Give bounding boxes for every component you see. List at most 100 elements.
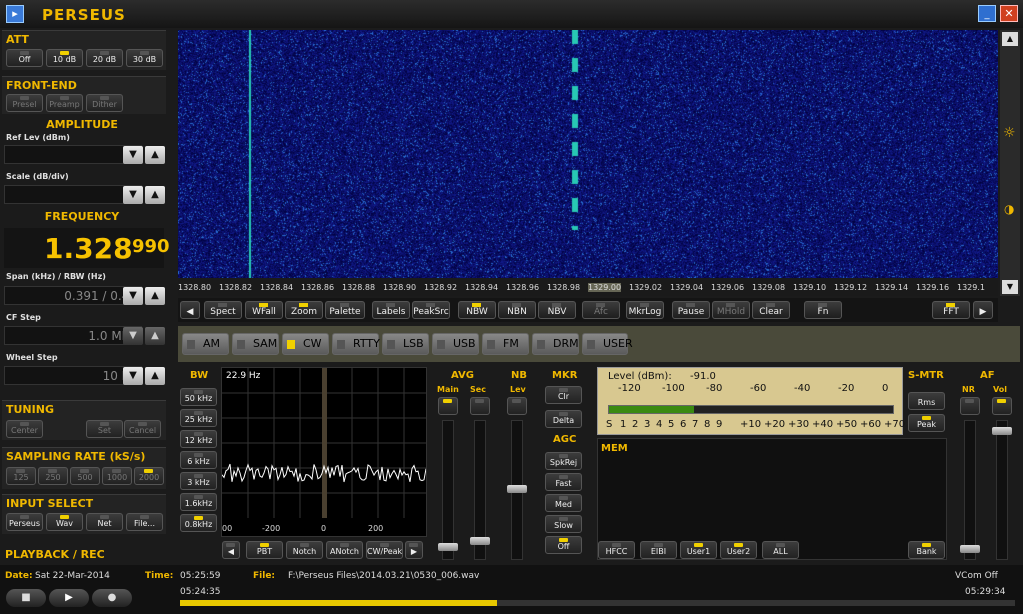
mkr-delta-button[interactable]: Delta [545, 410, 582, 428]
vol-toggle[interactable] [992, 397, 1012, 415]
scroll-down-icon[interactable]: ▼ [1002, 280, 1018, 294]
toolbar-afc[interactable]: Afc [582, 301, 620, 319]
mode-lsb[interactable]: LSB [382, 333, 429, 355]
mode-am[interactable]: AM [182, 333, 229, 355]
app-icon[interactable]: ▸ [6, 5, 24, 23]
stop-button[interactable]: ■ [6, 589, 46, 607]
bw-button-1[interactable]: 25 kHz [180, 409, 217, 427]
toolbar-nbn[interactable]: NBN [498, 301, 536, 319]
mem-eibi-button[interactable]: EIBI [640, 541, 677, 559]
mem-user2-button[interactable]: User2 [720, 541, 757, 559]
sampling-button-2[interactable]: 500 [70, 467, 100, 485]
wheel-down-button[interactable]: ▼ [123, 367, 143, 385]
tuning-button-2[interactable]: Cancel [124, 420, 161, 438]
toolbar-mhold[interactable]: MHold [712, 301, 750, 319]
input-button-2[interactable]: Net [86, 513, 123, 531]
mode-drm[interactable]: DRM [532, 333, 579, 355]
close-button[interactable]: ✕ [1000, 5, 1018, 22]
toolbar-nbv[interactable]: NBV [538, 301, 576, 319]
sampling-button-0[interactable]: 125 [6, 467, 36, 485]
frequency-display[interactable]: 1.328 990 [4, 228, 170, 268]
att-button-1[interactable]: 10 dB [46, 49, 83, 67]
toolbar-pause[interactable]: Pause [672, 301, 710, 319]
mkr-clr-button[interactable]: Clr [545, 386, 582, 404]
tuning-button-1[interactable]: Set [86, 420, 123, 438]
mode-user[interactable]: USER [582, 333, 633, 355]
span-field[interactable]: 0.391 / 0.48 [4, 286, 142, 305]
cf-step-field[interactable]: 1.0 MHz [4, 326, 142, 345]
bw-left-arrow[interactable]: ◀ [222, 541, 240, 559]
avg-sec-slider[interactable] [470, 420, 490, 560]
waterfall-display[interactable] [178, 30, 998, 278]
record-button[interactable]: ● [92, 589, 132, 607]
toolbar-clear[interactable]: Clear [752, 301, 790, 319]
agc-off-button[interactable]: Off [545, 536, 582, 554]
toolbar-palette[interactable]: Palette [325, 301, 365, 319]
att-button-2[interactable]: 20 dB [86, 49, 123, 67]
ref-down-button[interactable]: ▼ [123, 146, 143, 164]
agc-med-button[interactable]: Med [545, 494, 582, 512]
cf-down-button[interactable]: ▼ [123, 327, 143, 345]
mode-sam[interactable]: SAM [232, 333, 279, 355]
vol-slider[interactable] [992, 420, 1012, 560]
wheel-up-button[interactable]: ▲ [145, 367, 165, 385]
mode-fm[interactable]: FM [482, 333, 529, 355]
brightness-icon[interactable]: ☼ [1003, 125, 1016, 141]
toolbar-nbw[interactable]: NBW [458, 301, 496, 319]
wheel-step-field[interactable]: 10 Hz [4, 366, 142, 385]
ref-up-button[interactable]: ▲ [145, 146, 165, 164]
avg-main-toggle[interactable] [438, 397, 458, 415]
agc-slow-button[interactable]: Slow [545, 515, 582, 533]
frontend-button-2[interactable]: Dither [86, 94, 123, 112]
sampling-button-1[interactable]: 250 [38, 467, 68, 485]
frontend-button-0[interactable]: Presel [6, 94, 43, 112]
input-button-0[interactable]: Perseus [6, 513, 43, 531]
avg-sec-toggle[interactable] [470, 397, 490, 415]
bw-button-6[interactable]: 0.8kHz [180, 514, 217, 532]
toolbar-labels[interactable]: Labels [372, 301, 410, 319]
nb-slider[interactable] [507, 420, 527, 560]
bw-button-4[interactable]: 3 kHz [180, 472, 217, 490]
toolbar-right-arrow[interactable]: ▶ [973, 301, 993, 319]
mode-usb[interactable]: USB [432, 333, 479, 355]
bw-button-5[interactable]: 1.6kHz [180, 493, 217, 511]
bw-anotch[interactable]: ANotch [326, 541, 363, 559]
toolbar-left-arrow[interactable]: ◀ [180, 301, 200, 319]
span-up-button[interactable]: ▲ [145, 287, 165, 305]
mem-hfcc-button[interactable]: HFCC [598, 541, 635, 559]
nb-toggle[interactable] [507, 397, 527, 415]
minimize-button[interactable]: _ [978, 5, 996, 22]
waterfall-scrollbar[interactable]: ▲ ☼ ◑ ▼ [1000, 30, 1020, 296]
att-button-0[interactable]: Off [6, 49, 43, 67]
bw-button-0[interactable]: 50 kHz [180, 388, 217, 406]
scale-field[interactable]: 10 [4, 185, 142, 204]
play-button[interactable]: ▶ [49, 589, 89, 607]
agc-fast-button[interactable]: Fast [545, 473, 582, 491]
toolbar-fn[interactable]: Fn [804, 301, 842, 319]
toolbar-peaksrc[interactable]: PeakSrc [412, 301, 450, 319]
nr-toggle[interactable] [960, 397, 980, 415]
toolbar-wfall[interactable]: WFall [245, 301, 283, 319]
toolbar-spect[interactable]: Spect [204, 301, 242, 319]
bw-button-3[interactable]: 6 kHz [180, 451, 217, 469]
toolbar-mkrlog[interactable]: MkrLog [626, 301, 664, 319]
toolbar-zoom[interactable]: Zoom [285, 301, 323, 319]
sampling-button-3[interactable]: 1000 [102, 467, 132, 485]
bw-cw-peak[interactable]: CW/Peak [366, 541, 403, 559]
mode-cw[interactable]: CW [282, 333, 329, 355]
ref-level-field[interactable]: 0 [4, 145, 142, 164]
input-button-1[interactable]: Wav [46, 513, 83, 531]
contrast-icon[interactable]: ◑ [1004, 202, 1014, 216]
toolbar-fft[interactable]: FFT [932, 301, 970, 319]
bw-notch[interactable]: Notch [286, 541, 323, 559]
att-button-3[interactable]: 30 dB [126, 49, 163, 67]
bw-button-2[interactable]: 12 kHz [180, 430, 217, 448]
bw-right-arrow[interactable]: ▶ [405, 541, 423, 559]
span-down-button[interactable]: ▼ [123, 287, 143, 305]
agc-spkrej-button[interactable]: SpkRej [545, 452, 582, 470]
scale-down-button[interactable]: ▼ [123, 186, 143, 204]
cf-up-button[interactable]: ▲ [145, 327, 165, 345]
scroll-up-icon[interactable]: ▲ [1002, 32, 1018, 46]
rms-button[interactable]: Rms [908, 392, 945, 410]
avg-main-slider[interactable] [438, 420, 458, 560]
